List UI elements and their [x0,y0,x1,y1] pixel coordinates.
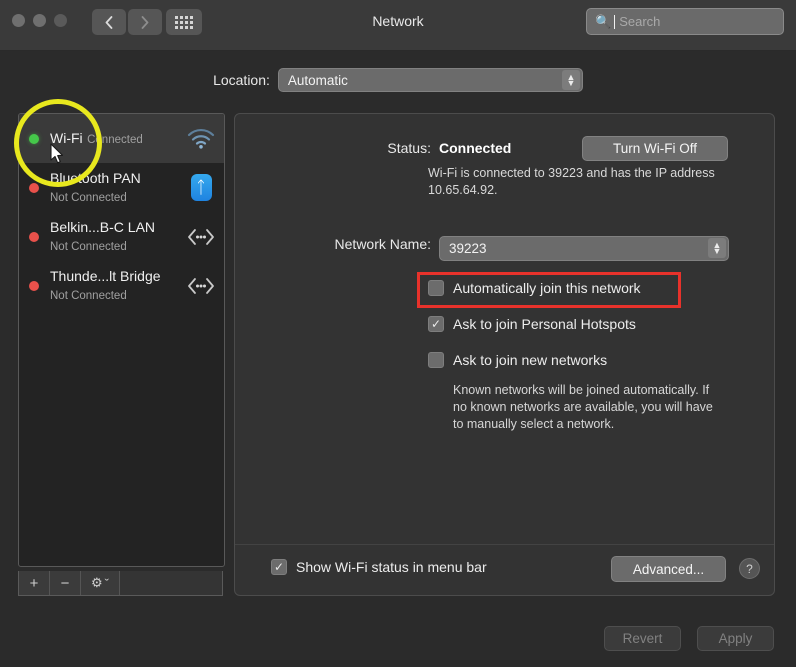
bluetooth-icon: ᛏ [184,174,218,201]
sidebar-item-thunderbolt-bridge-text: Thunde...lt Bridge Not Connected [50,268,184,304]
checkbox-auto-join[interactable]: Automatically join this network [428,274,758,301]
service-actions-menu-button[interactable]: ⚙ ˇ [81,571,120,595]
network-name-row: Network Name: 39223 ▲ ▼ [235,236,776,261]
turn-wifi-off-button[interactable]: Turn Wi-Fi Off [582,136,728,161]
sidebar-item-bluetooth-pan[interactable]: Bluetooth PAN Not Connected ᛏ [19,163,224,212]
checkbox-ask-new-networks[interactable]: Ask to join new networks [428,346,758,373]
checkbox-box[interactable]: ✓ [428,315,444,332]
sidebar-item-label: Thunde...lt Bridge [50,267,161,284]
panel-footer: ✓ Show Wi-Fi status in menu bar Advanced… [235,544,774,595]
checkbox-box[interactable]: ✓ [271,559,287,575]
network-name-value: 39223 [449,241,487,256]
sidebar-item-belkin-lan-text: Belkin...B-C LAN Not Connected [50,219,184,255]
sidebar-item-wifi[interactable]: Wi-Fi Connected [19,114,224,163]
chevron-updown-icon: ▲ ▼ [561,70,580,90]
ethernet-icon [184,227,218,247]
sidebar-item-belkin-lan[interactable]: Belkin...B-C LAN Not Connected [19,212,224,261]
network-name-label: Network Name: [334,236,431,252]
checkbox-label: Automatically join this network [453,279,641,296]
status-value: Connected [439,140,512,156]
status-label: Status: [387,140,431,156]
status-dot-disconnected [29,280,39,291]
sidebar-item-label: Belkin...B-C LAN [50,218,156,235]
checkbox-box[interactable] [428,279,444,296]
checkbox-ask-personal-hotspots[interactable]: ✓ Ask to join Personal Hotspots [428,310,758,337]
checkbox-show-wifi-status[interactable]: ✓ Show Wi-Fi status in menu bar [271,559,487,575]
sidebar-item-status: Not Connected [50,289,127,302]
search-placeholder: Search [619,14,661,29]
network-name-dropdown[interactable]: 39223 ▲ ▼ [439,236,729,261]
checkbox-box[interactable] [428,351,444,368]
sidebar-item-bluetooth-pan-text: Bluetooth PAN Not Connected [50,170,184,206]
gear-icon: ⚙ [91,575,103,590]
sidebar-item-wifi-text: Wi-Fi Connected [50,130,184,148]
help-button[interactable]: ? [739,558,760,579]
search-icon: 🔍 [595,13,612,29]
remove-service-button[interactable]: − [50,571,81,595]
sidebar-item-status: Connected [87,133,143,146]
text-caret [614,14,616,29]
sidebar-item-label: Wi-Fi [50,129,83,146]
location-row: Location: Automatic ▲ ▼ [0,68,796,92]
status-description: Wi-Fi is connected to 39223 and has the … [428,166,715,197]
wifi-options-checkbox-group: Automatically join this network ✓ Ask to… [428,274,758,433]
location-dropdown[interactable]: Automatic ▲ ▼ [277,68,583,92]
location-label: Location: [213,72,270,88]
sidebar-item-status: Not Connected [50,191,127,204]
sidebar-item-status: Not Connected [50,240,127,253]
wifi-icon [184,128,218,149]
window-titlebar: Network 🔍 Search [0,0,796,51]
search-input[interactable]: 🔍 Search [586,8,784,35]
chevron-down-icon: ˇ [104,575,109,591]
checkbox-label: Ask to join new networks [453,351,608,368]
sidebar-item-thunderbolt-bridge[interactable]: Thunde...lt Bridge Not Connected [19,261,224,310]
revert-button[interactable]: Revert [604,626,681,651]
network-services-list[interactable]: Wi-Fi Connected Bluetooth PAN Not Connec… [18,113,225,567]
network-preferences-window: Network 🔍 Search Location: Automatic ▲ ▼ … [0,0,796,667]
checkbox-label: Show Wi-Fi status in menu bar [296,559,487,575]
wifi-settings-panel: Status: Connected Turn Wi-Fi Off Wi-Fi i… [234,113,775,596]
apply-button[interactable]: Apply [697,626,774,651]
advanced-button[interactable]: Advanced... [611,556,726,582]
status-dot-disconnected [29,182,39,193]
networks-help-note: Known networks will be joined automatica… [453,383,713,431]
chevron-updown-icon: ▲ ▼ [708,238,726,258]
ethernet-icon [184,276,218,296]
location-value: Automatic [287,72,348,88]
sidebar-toolbar-filler [120,571,222,595]
checkbox-label: Ask to join Personal Hotspots [453,315,636,332]
status-dot-disconnected [29,231,39,242]
sidebar-item-label: Bluetooth PAN [50,169,141,186]
status-dot-connected [29,133,39,144]
add-service-button[interactable]: + [19,571,50,595]
sidebar-toolbar: + − ⚙ ˇ [18,571,223,596]
